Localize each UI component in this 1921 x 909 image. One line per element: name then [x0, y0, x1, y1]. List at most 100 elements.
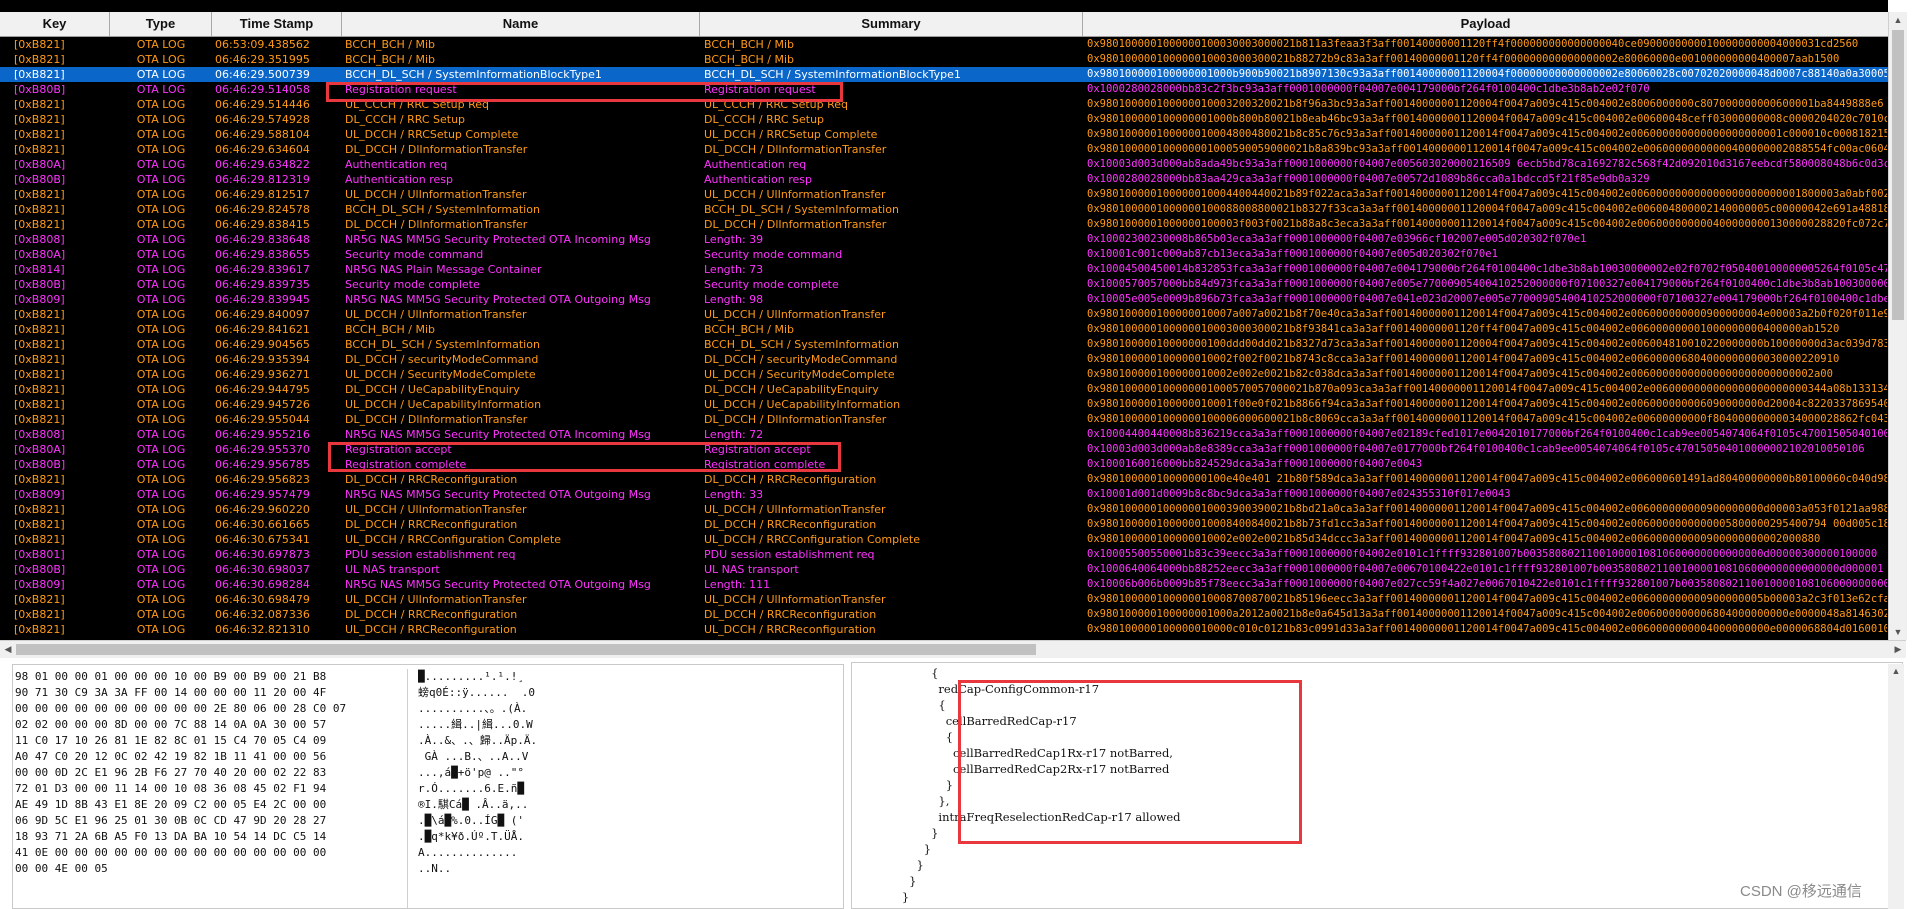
cell-key: [0xB809]: [14, 578, 65, 591]
ascii-line: .█q*k¥ð.Úº.T.ÜÅ.: [418, 830, 524, 843]
table-row[interactable]: [0xB821] OTA LOG 06:46:29.351995 BCCH_BCH /…: [0, 52, 1888, 67]
cell-type: OTA LOG: [136, 383, 186, 396]
table-row[interactable]: [0xB821] OTA LOG 06:53:09.438562 BCCH_BCH /…: [0, 37, 1888, 52]
arrow-up-icon[interactable]: ▲: [1889, 12, 1907, 28]
table-row[interactable]: [0xB80A] OTA LOG 06:46:29.955370 Registrati…: [0, 442, 1888, 457]
cell-payload: 0x10002300230008b865b03eca3a3aff00010000…: [1087, 233, 1587, 245]
table-row[interactable]: [0xB821] OTA LOG 06:46:29.812517 UL_DCCH / …: [0, 187, 1888, 202]
cell-type: OTA LOG: [136, 398, 186, 411]
decoded-message-pane[interactable]: { redCap-ConfigCommon-r17 { cellBarredRe…: [851, 662, 1903, 909]
table-row[interactable]: [0xB80B] OTA LOG 06:46:29.956785 Registrati…: [0, 457, 1888, 472]
log-grid[interactable]: Key Type Time Stamp Name Summary Payload…: [0, 0, 1888, 640]
cell-type: OTA LOG: [136, 53, 186, 66]
table-row[interactable]: [0xB821] OTA LOG 06:46:29.960220 UL_DCCH / …: [0, 502, 1888, 517]
table-row[interactable]: [0xB814] OTA LOG 06:46:29.839617 NR5G NAS P…: [0, 262, 1888, 277]
cell-payload: 0x980100000100000010007a007a0021b8f70e40…: [1087, 308, 1887, 320]
cell-payload: 0x980100000100000010002e002e0021b85d34dc…: [1087, 533, 1821, 545]
table-row[interactable]: [0xB821] OTA LOG 06:46:29.588104 UL_DCCH / …: [0, 127, 1888, 142]
col-header-name[interactable]: Name: [342, 12, 700, 36]
cell-name: NR5G NAS Plain Message Container: [345, 263, 542, 276]
cell-summary: Length: 98: [704, 293, 764, 306]
table-row[interactable]: [0xB821] OTA LOG 06:46:29.956823 DL_DCCH / …: [0, 472, 1888, 487]
grid-horizontal-scrollbar[interactable]: ◀ ▶: [0, 640, 1906, 658]
table-row[interactable]: [0xB821] OTA LOG 06:46:29.514446 UL_CCCH / …: [0, 97, 1888, 112]
cell-summary: DL_DCCH / RRCReconfiguration: [704, 473, 877, 486]
table-row[interactable]: [0xB821] OTA LOG 06:46:29.574928 DL_CCCH / …: [0, 112, 1888, 127]
arrow-up-icon[interactable]: ▲: [1888, 664, 1904, 678]
hex-line: 41 0E 00 00 00 00 00 00 00 00 00 00 00 0…: [15, 846, 327, 859]
hex-dump-pane[interactable]: 98 01 00 00 01 00 00 00 10 00 B9 00 B9 0…: [12, 664, 844, 909]
ascii-line: 螃q0É::ÿ...... .0: [418, 686, 535, 699]
table-row[interactable]: [0xB80A] OTA LOG 06:46:29.838655 Security m…: [0, 247, 1888, 262]
table-row[interactable]: [0xB821] OTA LOG 06:46:29.841621 BCCH_BCH /…: [0, 322, 1888, 337]
table-row[interactable]: [0xB821] OTA LOG 06:46:29.634604 DL_DCCH / …: [0, 142, 1888, 157]
cell-type: OTA LOG: [136, 488, 186, 501]
table-row-selected[interactable]: [0xB821] OTA LOG 06:46:29.500739 BCCH_DL_SC…: [0, 67, 1888, 82]
tree-line: }: [858, 842, 932, 856]
table-row[interactable]: [0xB80A] OTA LOG 06:46:29.634822 Authentica…: [0, 157, 1888, 172]
scrollbar-thumb[interactable]: [16, 644, 1036, 655]
cell-timestamp: 06:46:29.955216: [215, 428, 310, 441]
hex-line: 06 9D 5C E1 96 25 01 30 0B 0C CD 47 9D 2…: [15, 814, 327, 827]
arrow-left-icon[interactable]: ◀: [0, 641, 16, 658]
table-row[interactable]: [0xB821] OTA LOG 06:46:32.087336 DL_DCCH / …: [0, 607, 1888, 622]
cell-timestamp: 06:46:29.944795: [215, 383, 310, 396]
table-row[interactable]: [0xB821] OTA LOG 06:46:30.698479 UL_DCCH / …: [0, 592, 1888, 607]
ascii-line: ...,á█+ö'p@ .."°: [418, 766, 524, 779]
table-row[interactable]: [0xB821] OTA LOG 06:46:29.824578 BCCH_DL_SC…: [0, 202, 1888, 217]
grid-vertical-scrollbar[interactable]: ▲ ▼: [1888, 12, 1907, 640]
cell-payload: 0x9801000001000000100088008800021b8327f3…: [1087, 203, 1887, 215]
cell-name: UL_DCCH / UlInformationTransfer: [345, 503, 527, 516]
cell-timestamp: 06:46:29.840097: [215, 308, 310, 321]
table-row[interactable]: [0xB80B] OTA LOG 06:46:29.514058 Registrati…: [0, 82, 1888, 97]
tree-line: },: [858, 794, 950, 808]
cell-key: [0xB821]: [14, 353, 65, 366]
table-row[interactable]: [0xB809] OTA LOG 06:46:29.957479 NR5G NAS M…: [0, 487, 1888, 502]
cell-name: DL_DCCH / RRCReconfiguration: [345, 518, 518, 531]
col-header-key[interactable]: Key: [0, 12, 110, 36]
cell-payload: 0x1000280028000bb83c2f3bc93a3aff00010000…: [1087, 83, 1650, 95]
table-row[interactable]: [0xB808] OTA LOG 06:46:29.955216 NR5G NAS M…: [0, 427, 1888, 442]
cell-summary: DL_DCCH / DlInformationTransfer: [704, 218, 887, 231]
col-header-timestamp[interactable]: Time Stamp: [212, 12, 342, 36]
table-row[interactable]: [0xB821] OTA LOG 06:46:29.838415 DL_DCCH / …: [0, 217, 1888, 232]
table-row[interactable]: [0xB821] OTA LOG 06:46:29.955044 DL_DCCH / …: [0, 412, 1888, 427]
table-row[interactable]: [0xB821] OTA LOG 06:46:30.661665 DL_DCCH / …: [0, 517, 1888, 532]
cell-key: [0xB821]: [14, 503, 65, 516]
cell-timestamp: 06:46:29.812517: [215, 188, 310, 201]
table-row[interactable]: [0xB80B] OTA LOG 06:46:30.698037 UL NAS tra…: [0, 562, 1888, 577]
cell-timestamp: 06:46:29.839617: [215, 263, 310, 276]
table-row[interactable]: [0xB809] OTA LOG 06:46:29.839945 NR5G NAS M…: [0, 292, 1888, 307]
cell-payload: 0x980100000100000010002e002e0021b82c038d…: [1087, 368, 1833, 380]
cell-key: [0xB814]: [14, 263, 65, 276]
table-row[interactable]: [0xB821] OTA LOG 06:46:29.944795 DL_DCCH / …: [0, 382, 1888, 397]
arrow-right-icon[interactable]: ▶: [1890, 641, 1906, 658]
cell-key: [0xB821]: [14, 398, 65, 411]
col-header-type[interactable]: Type: [110, 12, 212, 36]
scrollbar-thumb[interactable]: [1892, 30, 1904, 320]
table-row[interactable]: [0xB80B] OTA LOG 06:46:29.839735 Security m…: [0, 277, 1888, 292]
hex-line: 18 93 71 2A 6B A5 F0 13 DA BA 10 54 14 D…: [15, 830, 327, 843]
cell-name: Security mode command: [345, 248, 484, 261]
cell-payload: 0x980100000100000010003200320021b8f96a3b…: [1087, 98, 1884, 110]
table-row[interactable]: [0xB80B] OTA LOG 06:46:29.812319 Authentica…: [0, 172, 1888, 187]
decoded-pane-scrollbar[interactable]: ▲: [1888, 664, 1904, 909]
col-header-payload[interactable]: Payload: [1083, 12, 1888, 36]
table-row[interactable]: [0xB821] OTA LOG 06:46:30.675341 UL_DCCH / …: [0, 532, 1888, 547]
table-row[interactable]: [0xB821] OTA LOG 06:46:29.840097 UL_DCCH / …: [0, 307, 1888, 322]
table-row[interactable]: [0xB808] OTA LOG 06:46:29.838648 NR5G NAS M…: [0, 232, 1888, 247]
table-row[interactable]: [0xB821] OTA LOG 06:46:29.935394 DL_DCCH / …: [0, 352, 1888, 367]
cell-summary: UL_DCCH / UlInformationTransfer: [704, 308, 886, 321]
table-row[interactable]: [0xB821] OTA LOG 06:46:32.821310 UL_DCCH / …: [0, 622, 1888, 637]
cell-key: [0xB801]: [14, 548, 65, 561]
arrow-down-icon[interactable]: ▼: [1889, 624, 1907, 640]
cell-key: [0xB821]: [14, 518, 65, 531]
cell-key: [0xB80B]: [14, 278, 66, 291]
table-row[interactable]: [0xB821] OTA LOG 06:46:29.936271 UL_DCCH / …: [0, 367, 1888, 382]
table-row[interactable]: [0xB821] OTA LOG 06:46:29.945726 UL_DCCH / …: [0, 397, 1888, 412]
table-row[interactable]: [0xB821] OTA LOG 06:46:29.904565 BCCH_DL_SC…: [0, 337, 1888, 352]
col-header-summary[interactable]: Summary: [700, 12, 1083, 36]
tree-line: {: [858, 666, 939, 680]
table-row[interactable]: [0xB809] OTA LOG 06:46:30.698284 NR5G NAS M…: [0, 577, 1888, 592]
table-row[interactable]: [0xB801] OTA LOG 06:46:30.697873 PDU sessio…: [0, 547, 1888, 562]
